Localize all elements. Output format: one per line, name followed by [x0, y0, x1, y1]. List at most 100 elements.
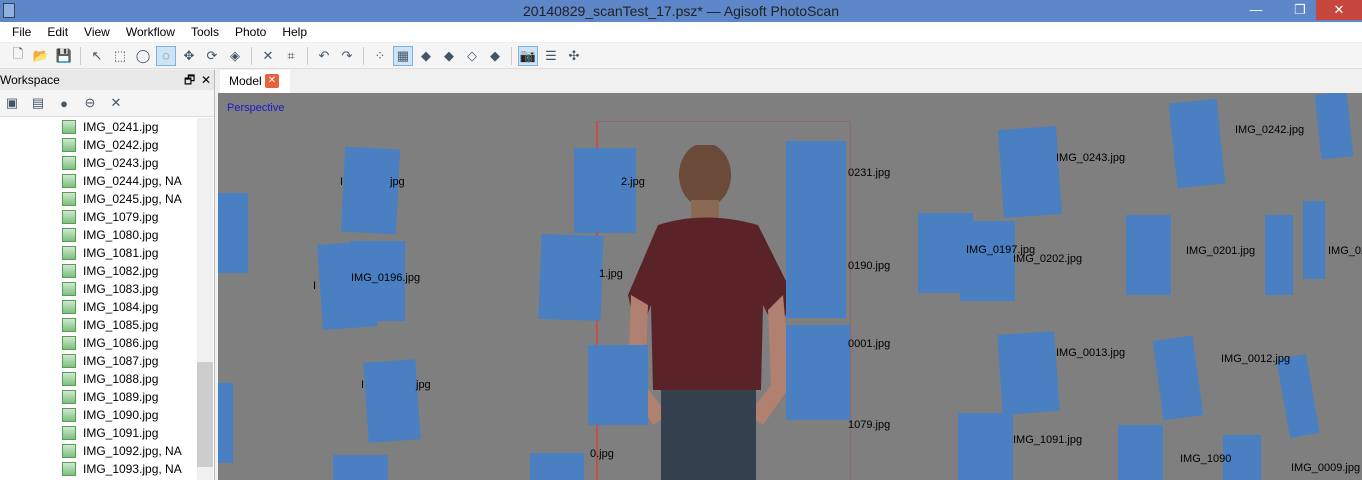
- close-button[interactable]: ✕: [1316, 0, 1362, 20]
- enable-icon[interactable]: ●: [54, 93, 74, 113]
- list-item[interactable]: IMG_0242.jpg: [0, 136, 196, 154]
- camera-plane[interactable]: [1265, 215, 1293, 295]
- menu-tools[interactable]: Tools: [183, 22, 227, 42]
- camera-plane[interactable]: [1168, 98, 1226, 189]
- point-cloud-button[interactable]: ⁘: [370, 46, 390, 66]
- textured-button[interactable]: ◆: [485, 46, 505, 66]
- camera-plane[interactable]: [333, 455, 388, 480]
- camera-label: IMG_1091.jpg: [1013, 434, 1083, 446]
- list-item[interactable]: IMG_1085.jpg: [0, 316, 196, 334]
- restore-button[interactable]: ❐: [1286, 0, 1314, 20]
- camera-label: 1.jpg: [599, 268, 623, 280]
- list-item[interactable]: IMG_1091.jpg: [0, 424, 196, 442]
- rect-select-button[interactable]: ⬚: [110, 46, 130, 66]
- undo-icon: ↶: [318, 47, 330, 63]
- show-regions-icon: ☰: [545, 47, 557, 63]
- undo-button[interactable]: ↶: [314, 46, 334, 66]
- camera-label: IMG_0243.jpg: [1056, 152, 1126, 164]
- camera-plane[interactable]: [1276, 354, 1320, 438]
- camera-plane[interactable]: [786, 141, 846, 251]
- open-button[interactable]: 📂: [31, 46, 51, 66]
- camera-plane[interactable]: [1126, 215, 1171, 295]
- redo-button[interactable]: ↷: [337, 46, 357, 66]
- camera-plane[interactable]: [786, 325, 850, 420]
- list-item[interactable]: IMG_0243.jpg: [0, 154, 196, 172]
- list-item[interactable]: IMG_0245.jpg, NA: [0, 190, 196, 208]
- new-button[interactable]: 🗋: [8, 46, 28, 66]
- camera-plane[interactable]: [574, 148, 636, 233]
- list-item[interactable]: IMG_1083.jpg: [0, 280, 196, 298]
- show-regions-button[interactable]: ☰: [541, 46, 561, 66]
- camera-plane[interactable]: [997, 331, 1060, 415]
- wireframe-icon: ◇: [467, 47, 477, 63]
- save-button[interactable]: 💾: [54, 46, 74, 66]
- remove-icon[interactable]: ✕: [106, 93, 126, 113]
- camera-plane[interactable]: [218, 193, 248, 273]
- list-item[interactable]: IMG_1088.jpg: [0, 370, 196, 388]
- camera-plane[interactable]: [218, 383, 233, 463]
- open-icon: 📂: [32, 47, 50, 63]
- add-photos-icon[interactable]: ▤: [28, 93, 48, 113]
- camera-plane[interactable]: [960, 221, 1015, 301]
- circle-select-button[interactable]: ◯: [133, 46, 153, 66]
- camera-plane[interactable]: [538, 233, 604, 322]
- list-item[interactable]: IMG_1082.jpg: [0, 262, 196, 280]
- move-object-button[interactable]: ✥: [179, 46, 199, 66]
- list-item[interactable]: IMG_0241.jpg: [0, 118, 196, 136]
- list-item[interactable]: IMG_1086.jpg: [0, 334, 196, 352]
- camera-plane[interactable]: [998, 126, 1062, 218]
- list-item[interactable]: IMG_1084.jpg: [0, 298, 196, 316]
- scrollbar[interactable]: [197, 118, 213, 480]
- navigate-button[interactable]: ↖: [87, 46, 107, 66]
- camera-plane[interactable]: [958, 413, 1013, 480]
- disable-icon[interactable]: ⊖: [80, 93, 100, 113]
- add-chunk-icon[interactable]: ▣: [2, 93, 22, 113]
- list-item[interactable]: IMG_1093.jpg, NA: [0, 460, 196, 478]
- list-item[interactable]: IMG_0244.jpg, NA: [0, 172, 196, 190]
- delete-button[interactable]: ✕: [258, 46, 278, 66]
- camera-label: IMG_0202.jpg: [1013, 253, 1083, 265]
- camera-plane[interactable]: [786, 243, 846, 318]
- model-viewport[interactable]: Perspective Ijpg 2.jpg 0231.jpg IMG_0243.jp…: [218, 93, 1362, 480]
- menu-workflow[interactable]: Workflow: [118, 22, 183, 42]
- solid-button[interactable]: ◆: [439, 46, 459, 66]
- dense-cloud-button[interactable]: ▦: [393, 45, 413, 66]
- minimize-button[interactable]: —: [1242, 0, 1270, 20]
- list-item[interactable]: IMG_1087.jpg: [0, 352, 196, 370]
- menu-help[interactable]: Help: [274, 22, 315, 42]
- tab-model[interactable]: Model ✕: [220, 70, 290, 93]
- camera-plane[interactable]: [1152, 335, 1204, 421]
- menu-view[interactable]: View: [76, 22, 118, 42]
- camera-plane[interactable]: [1118, 425, 1163, 480]
- menu-file[interactable]: File: [4, 22, 39, 42]
- rotate-object-button[interactable]: ⟳: [202, 46, 222, 66]
- scale-object-button[interactable]: ◈: [225, 46, 245, 66]
- scrollbar-thumb[interactable]: [197, 362, 213, 467]
- camera-plane[interactable]: [530, 453, 584, 480]
- close-panel-icon[interactable]: ✕: [201, 70, 211, 90]
- wireframe-button[interactable]: ◇: [462, 46, 482, 66]
- camera-plane[interactable]: [363, 359, 421, 443]
- reset-view-button[interactable]: ✣: [564, 46, 584, 66]
- camera-plane[interactable]: [1314, 93, 1354, 160]
- float-panel-icon[interactable]: 🗗: [184, 70, 195, 90]
- menu-edit[interactable]: Edit: [39, 22, 76, 42]
- list-item[interactable]: IMG_1089.jpg: [0, 388, 196, 406]
- show-cameras-button[interactable]: 📷: [518, 45, 538, 66]
- camera-plane[interactable]: [1303, 201, 1325, 279]
- crop-button[interactable]: ⌗: [281, 46, 301, 66]
- list-item[interactable]: IMG_1090.jpg: [0, 406, 196, 424]
- photo-icon: [62, 120, 76, 134]
- close-tab-icon[interactable]: ✕: [265, 74, 279, 88]
- photo-icon: [62, 174, 76, 188]
- camera-plane[interactable]: [588, 345, 648, 425]
- camera-plane[interactable]: [340, 146, 401, 235]
- list-item[interactable]: IMG_1080.jpg: [0, 226, 196, 244]
- list-item[interactable]: IMG_1081.jpg: [0, 244, 196, 262]
- menu-photo[interactable]: Photo: [227, 22, 274, 42]
- list-item[interactable]: IMG_1092.jpg, NA: [0, 442, 196, 460]
- free-select-button[interactable]: ◌: [156, 45, 176, 66]
- list-item[interactable]: IMG_1079.jpg: [0, 208, 196, 226]
- shaded-button[interactable]: ◆: [416, 46, 436, 66]
- window-title: 20140829_scanTest_17.psz* — Agisoft Phot…: [523, 3, 839, 19]
